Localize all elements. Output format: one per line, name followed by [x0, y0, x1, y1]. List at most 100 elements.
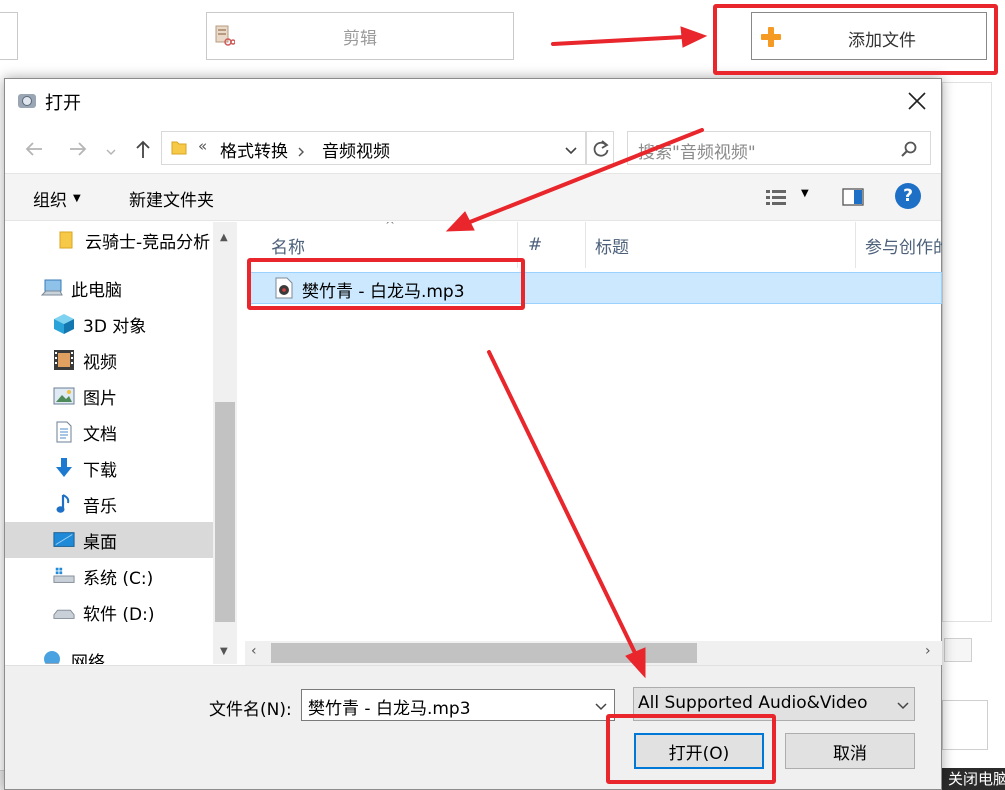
sidebar-item-label: 下载 [83, 460, 117, 481]
up-arrow-icon[interactable] [132, 138, 154, 160]
sidebar-item-downloads[interactable]: 下载 [5, 450, 237, 486]
address-dropdown-icon[interactable] [564, 142, 578, 156]
navigation-pane: 云骑士-竞品分析 此电脑 3D 对象 视频 图片 文档 下载 音乐 桌面 系统 … [5, 222, 237, 664]
organize-menu[interactable]: 组织 ▼ [33, 186, 81, 211]
help-icon[interactable]: ? [895, 183, 921, 209]
forward-arrow-icon[interactable] [67, 138, 89, 160]
sort-indicator-icon: ^ [385, 222, 396, 232]
chevron-down-icon: ▼ [73, 193, 81, 204]
filetype-value: All Supported Audio&Video [638, 693, 868, 713]
nav-scrollbar[interactable]: ▲ ▼ [213, 222, 237, 664]
scroll-down-icon[interactable]: ▼ [220, 646, 228, 657]
right-input-edge [942, 700, 988, 750]
music-icon [53, 493, 75, 515]
horizontal-scrollbar-thumb[interactable] [271, 643, 697, 663]
sidebar-item-desktop[interactable]: 桌面 [5, 522, 237, 558]
column-number[interactable]: # [528, 222, 542, 268]
filename-field[interactable]: 樊竹青 - 白龙马.mp3 [301, 689, 615, 721]
drive-icon [53, 565, 75, 587]
column-title[interactable]: 标题 [595, 222, 629, 268]
desktop-icon [53, 529, 75, 551]
close-icon[interactable] [905, 89, 929, 113]
cancel-button[interactable]: 取消 [785, 733, 915, 769]
annotation-arrow-to-add-file [551, 35, 686, 46]
filetype-dropdown-icon [896, 697, 910, 711]
sidebar-item-documents[interactable]: 文档 [5, 414, 237, 450]
computer-icon [41, 277, 63, 299]
sidebar-item-drive-d[interactable]: 软件 (D:) [5, 594, 237, 630]
film-icon [53, 349, 75, 371]
refresh-icon [591, 139, 611, 159]
picture-icon [53, 385, 75, 407]
clip-button[interactable]: 剪辑 [206, 12, 514, 60]
sidebar-item-pictures[interactable]: 图片 [5, 378, 237, 414]
document-icon [53, 421, 75, 443]
right-thumb-icon [944, 638, 972, 662]
breadcrumb-overflow[interactable]: « [198, 137, 207, 155]
breadcrumb-separator-icon [296, 143, 306, 157]
sidebar-item-label: 系统 (C:) [83, 568, 154, 589]
annotation-box-file [247, 258, 525, 310]
sidebar-item-this-pc[interactable]: 此电脑 [5, 270, 237, 306]
folder-icon [55, 229, 77, 251]
search-icon[interactable] [900, 140, 918, 158]
cube-icon [53, 313, 75, 335]
organize-label: 组织 [33, 191, 67, 211]
dialog-footer [5, 665, 941, 789]
column-divider [855, 222, 856, 268]
breadcrumb-item-av[interactable]: 音频视频 [322, 137, 390, 162]
filename-value: 樊竹青 - 白龙马.mp3 [308, 699, 471, 719]
clip-label: 剪辑 [343, 28, 377, 49]
column-contributing-artist[interactable]: 参与创作的 [865, 222, 942, 268]
close-computer-partial[interactable]: 关闭电脑 [942, 768, 1005, 790]
command-bar: 组织 ▼ 新建文件夹 ▼ ? [5, 173, 941, 221]
sidebar-item-yunqishi[interactable]: 云骑士-竞品分析 [5, 222, 237, 258]
dialog-app-icon [17, 91, 37, 111]
scroll-up-icon[interactable]: ▲ [220, 232, 228, 243]
sidebar-item-label: 此电脑 [71, 280, 122, 301]
refresh-button[interactable] [586, 131, 614, 165]
sidebar-item-label: 桌面 [83, 532, 117, 553]
preview-pane-icon[interactable] [841, 186, 865, 208]
address-bar[interactable]: « 格式转换 音频视频 [161, 131, 586, 165]
horizontal-scrollbar[interactable]: ‹ › [245, 641, 942, 665]
sidebar-item-label: 视频 [83, 352, 117, 373]
scroll-left-icon[interactable]: ‹ [251, 643, 257, 659]
sidebar-item-label: 图片 [83, 388, 117, 409]
column-divider [585, 222, 586, 268]
breadcrumb-item-format[interactable]: 格式转换 [220, 137, 288, 162]
filename-dropdown-icon[interactable] [594, 698, 608, 712]
view-dropdown-icon[interactable]: ▼ [801, 188, 809, 199]
sidebar-item-label: 3D 对象 [83, 316, 147, 337]
annotation-box-add-file [713, 4, 998, 75]
back-arrow-icon[interactable] [23, 138, 45, 160]
dialog-title: 打开 [45, 93, 81, 114]
folder-icon [170, 139, 188, 157]
sidebar-item-network[interactable]: 网络 [5, 642, 237, 664]
recent-chevron-icon[interactable] [105, 143, 117, 156]
sidebar-item-music[interactable]: 音乐 [5, 486, 237, 522]
search-input[interactable]: 搜索"音频视频" [627, 131, 931, 165]
drive-icon [53, 601, 75, 623]
new-folder-button[interactable]: 新建文件夹 [129, 186, 214, 211]
sidebar-item-label: 音乐 [83, 496, 117, 517]
annotation-box-open [606, 714, 776, 784]
sidebar-item-label: 网络 [71, 652, 105, 665]
view-options-icon[interactable] [765, 188, 789, 208]
sidebar-item-drive-c[interactable]: 系统 (C:) [5, 558, 237, 594]
sidebar-item-videos[interactable]: 视频 [5, 342, 237, 378]
left-edge-button [0, 12, 18, 60]
sidebar-item-label: 软件 (D:) [83, 604, 155, 625]
scroll-right-icon[interactable]: › [925, 643, 931, 659]
download-icon [53, 457, 75, 479]
open-file-dialog: 打开 « 格式转换 音频视频 搜索"音频视频" 组织 ▼ 新建文件夹 ▼ ? 云… [4, 78, 942, 790]
annotation-arrowhead [680, 26, 708, 48]
sidebar-item-3d-objects[interactable]: 3D 对象 [5, 306, 237, 342]
network-icon [41, 649, 63, 664]
dialog-title-bar: 打开 [5, 79, 941, 123]
filename-label: 文件名(N): [209, 700, 292, 720]
nav-scrollbar-thumb[interactable] [215, 402, 235, 622]
clip-icon [215, 25, 236, 47]
search-placeholder: 搜索"音频视频" [638, 143, 756, 163]
sidebar-item-label: 文档 [83, 424, 117, 445]
